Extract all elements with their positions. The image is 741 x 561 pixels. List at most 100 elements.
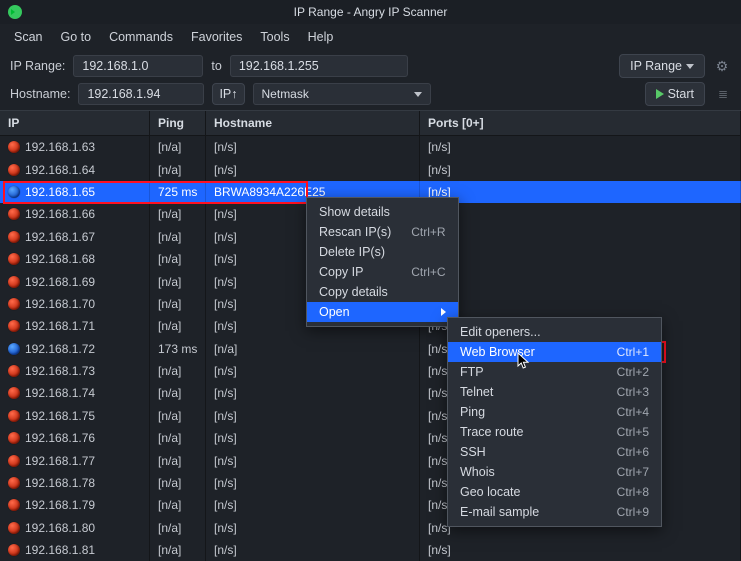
cell-ping: [n/a]: [150, 270, 206, 292]
ip-up-button[interactable]: IP↑: [212, 83, 244, 105]
menu-item-label: Ping: [460, 405, 485, 419]
app-icon: [6, 3, 24, 21]
menu-item-label: Copy details: [319, 285, 388, 299]
menu-item-label: Telnet: [460, 385, 493, 399]
menu-item-label: FTP: [460, 365, 484, 379]
status-dot-icon: [8, 387, 20, 399]
menu-favorites[interactable]: Favorites: [191, 30, 242, 44]
menu-item-shortcut: Ctrl+2: [617, 365, 649, 379]
to-label: to: [211, 59, 221, 73]
submenu-item-e-mail-sample[interactable]: E-mail sample Ctrl+9: [448, 502, 661, 522]
cell-ports: [n/s]: [420, 539, 741, 561]
menu-item-copy-details[interactable]: Copy details: [307, 282, 458, 302]
settings-button[interactable]: ⚙: [713, 57, 731, 75]
cell-ping: [n/a]: [150, 248, 206, 270]
cell-ping: [n/a]: [150, 427, 206, 449]
gear-icon: ⚙: [716, 58, 729, 75]
menu-item-rescan-ip-s-[interactable]: Rescan IP(s)Ctrl+R: [307, 222, 458, 242]
iprange-combo[interactable]: IP Range: [619, 54, 705, 78]
cell-ip: 192.168.1.68: [25, 252, 95, 266]
status-dot-icon: [8, 343, 20, 355]
menu-item-copy-ip[interactable]: Copy IP Ctrl+C: [307, 262, 458, 282]
netmask-dropdown[interactable]: Netmask: [253, 83, 431, 105]
chevron-right-icon: [441, 308, 446, 316]
col-ping[interactable]: Ping: [150, 111, 206, 135]
context-menu: Show detailsRescan IP(s)Ctrl+RDelete IP(…: [306, 197, 459, 327]
menu-item-open[interactable]: Open: [307, 302, 458, 322]
menu-item-label: E-mail sample: [460, 505, 539, 519]
cell-ports: [n/s]: [420, 226, 741, 248]
menu-item-shortcut: Ctrl+C: [411, 265, 445, 279]
play-icon: [656, 89, 664, 99]
menu-item-label: Open: [319, 305, 350, 319]
ip-from-field[interactable]: 192.168.1.0: [73, 55, 203, 77]
results-header: IP Ping Hostname Ports [0+]: [0, 110, 741, 136]
cell-ip: 192.168.1.74: [25, 386, 95, 400]
status-dot-icon: [8, 365, 20, 377]
col-hostname[interactable]: Hostname: [206, 111, 420, 135]
submenu-item-trace-route[interactable]: Trace routeCtrl+5: [448, 422, 661, 442]
menu-item-shortcut: Ctrl+7: [617, 465, 649, 479]
status-dot-icon: [8, 432, 20, 444]
menu-commands[interactable]: Commands: [109, 30, 173, 44]
menu-item-show-details[interactable]: Show details: [307, 202, 458, 222]
cell-ping: [n/a]: [150, 472, 206, 494]
cell-ports: [n/s]: [420, 203, 741, 225]
submenu-item-ssh[interactable]: SSHCtrl+6: [448, 442, 661, 462]
col-ports[interactable]: Ports [0+]: [420, 111, 741, 135]
submenu-item-ftp[interactable]: FTP Ctrl+2: [448, 362, 661, 382]
menu-item-label: Copy IP: [319, 265, 363, 279]
submenu-item-geo-locate[interactable]: Geo locateCtrl+8: [448, 482, 661, 502]
cell-ip: 192.168.1.65: [25, 185, 95, 199]
cell-ip: 192.168.1.75: [25, 409, 95, 423]
menu-goto[interactable]: Go to: [61, 30, 92, 44]
menu-tools[interactable]: Tools: [260, 30, 289, 44]
menu-item-delete-ip-s-[interactable]: Delete IP(s): [307, 242, 458, 262]
menu-item-shortcut: Ctrl+4: [617, 405, 649, 419]
menu-item-shortcut: Ctrl+9: [617, 505, 649, 519]
cell-ports: [n/s]: [420, 158, 741, 180]
table-row[interactable]: 192.168.1.63[n/a][n/s][n/s]: [0, 136, 741, 158]
cell-ping: [n/a]: [150, 517, 206, 539]
cell-ping: [n/a]: [150, 203, 206, 225]
toolbar-row-2: Hostname: 192.168.1.94 IP↑ Netmask Start…: [0, 82, 741, 110]
cell-ping: [n/a]: [150, 494, 206, 516]
cell-hostname: [n/s]: [206, 405, 420, 427]
cell-ip: 192.168.1.81: [25, 543, 95, 557]
menu-item-shortcut: Ctrl+6: [617, 445, 649, 459]
status-dot-icon: [8, 186, 20, 198]
submenu-item-ping[interactable]: Ping Ctrl+4: [448, 402, 661, 422]
menu-scan[interactable]: Scan: [14, 30, 43, 44]
status-dot-icon: [8, 276, 20, 288]
menu-item-label: Edit openers...: [460, 325, 541, 339]
submenu-item-web-browser[interactable]: Web BrowserCtrl+1: [448, 342, 661, 362]
submenu-item-whois[interactable]: Whois Ctrl+7: [448, 462, 661, 482]
ip-to-field[interactable]: 192.168.1.255: [230, 55, 408, 77]
cell-ports: [n/s]: [420, 248, 741, 270]
iprange-label: IP Range:: [10, 59, 65, 73]
menu-item-shortcut: Ctrl+5: [617, 425, 649, 439]
cell-ping: [n/a]: [150, 405, 206, 427]
table-row[interactable]: 192.168.1.81[n/a][n/s][n/s]: [0, 539, 741, 561]
cell-ip: 192.168.1.66: [25, 207, 95, 221]
chevron-down-icon: [686, 64, 694, 69]
table-row[interactable]: 192.168.1.64[n/a][n/s][n/s]: [0, 158, 741, 180]
cell-ping: [n/a]: [150, 158, 206, 180]
cell-ip: 192.168.1.63: [25, 140, 95, 154]
col-ip[interactable]: IP: [0, 111, 150, 135]
cell-hostname: [n/s]: [206, 360, 420, 382]
menu-item-label: Whois: [460, 465, 495, 479]
cell-ip: 192.168.1.67: [25, 230, 95, 244]
cell-ip: 192.168.1.71: [25, 319, 95, 333]
cell-ping: [n/a]: [150, 315, 206, 337]
cell-ping: 725 ms: [150, 181, 206, 203]
start-button[interactable]: Start: [645, 82, 705, 106]
cell-ping: [n/a]: [150, 539, 206, 561]
submenu-item-edit-openers-[interactable]: Edit openers...: [448, 322, 661, 342]
submenu-item-telnet[interactable]: TelnetCtrl+3: [448, 382, 661, 402]
menu-help[interactable]: Help: [308, 30, 334, 44]
hostname-field[interactable]: 192.168.1.94: [78, 83, 204, 105]
display-options-button[interactable]: ≣: [713, 85, 731, 103]
cell-ip: 192.168.1.76: [25, 431, 95, 445]
status-dot-icon: [8, 544, 20, 556]
